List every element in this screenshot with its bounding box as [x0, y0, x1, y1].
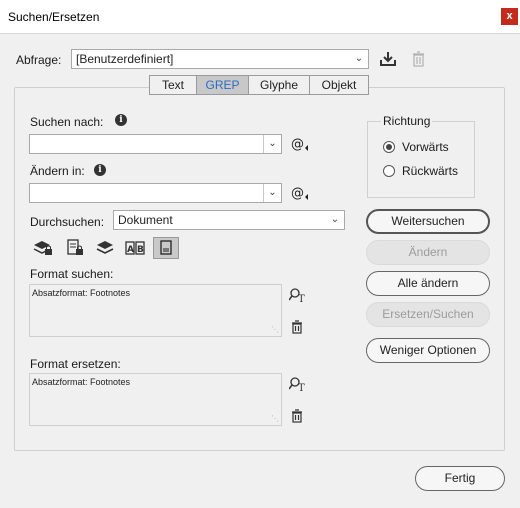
replace-input[interactable]: ⌄	[29, 183, 282, 203]
change-all-button[interactable]: Alle ändern	[366, 271, 490, 296]
chevron-down-icon[interactable]: ⌄	[263, 184, 281, 202]
svg-text:B: B	[137, 245, 144, 255]
tab-text[interactable]: Text	[150, 76, 197, 94]
replace-label: Ändern in:	[30, 164, 85, 178]
fewer-options-button[interactable]: Weniger Optionen	[366, 338, 490, 363]
format-search-label: Format suchen:	[30, 267, 114, 281]
format-search-box[interactable]: Absatzformat: Footnotes ⋱	[29, 284, 282, 337]
change-button[interactable]: Ändern	[366, 240, 490, 265]
chevron-down-icon[interactable]: ⌄	[263, 135, 281, 153]
special-chars-icon[interactable]: @	[290, 136, 310, 152]
format-replace-label: Format ersetzen:	[30, 357, 121, 371]
format-search-settings-icon[interactable]: T	[289, 287, 306, 303]
info-icon[interactable]: i	[94, 164, 106, 176]
format-replace-settings-icon[interactable]: T	[289, 376, 306, 392]
direction-label: Richtung	[381, 114, 433, 128]
master-pages-icon[interactable]: A B	[125, 239, 145, 257]
radio-forward-label[interactable]: Vorwärts	[402, 140, 449, 154]
direction-group	[367, 121, 475, 198]
search-input[interactable]: ⌄	[29, 134, 282, 154]
resize-grip-icon: ⋱	[271, 414, 279, 423]
radio-backward[interactable]	[383, 165, 395, 177]
tab-bar: Text GREP Glyphe Objekt	[149, 75, 369, 95]
locked-layers-icon[interactable]	[33, 239, 53, 257]
scope-label: Durchsuchen:	[30, 215, 105, 229]
scope-value: Dokument	[118, 213, 173, 227]
trash-icon[interactable]	[291, 320, 303, 334]
footnotes-icon	[160, 240, 172, 255]
resize-grip-icon: ⋱	[271, 325, 279, 334]
svg-text:@: @	[291, 137, 304, 152]
info-icon[interactable]: i	[115, 114, 127, 126]
footnotes-toggle[interactable]	[153, 237, 179, 259]
title-bar: Suchen/Ersetzen x	[0, 0, 520, 34]
search-label: Suchen nach:	[30, 115, 104, 129]
svg-text:@: @	[291, 186, 304, 201]
change-find-button[interactable]: Ersetzen/Suchen	[366, 302, 490, 327]
locked-stories-icon[interactable]	[66, 239, 84, 257]
dialog-body: Abfrage: [Benutzerdefiniert] ⌄ Text GREP…	[0, 35, 520, 508]
tab-grep[interactable]: GREP	[197, 76, 249, 94]
query-label: Abfrage:	[16, 53, 62, 67]
hidden-layers-icon[interactable]	[96, 239, 114, 257]
save-query-icon[interactable]	[379, 51, 397, 67]
delete-query-icon[interactable]	[412, 51, 425, 67]
tab-object[interactable]: Objekt	[310, 76, 368, 94]
query-value: [Benutzerdefiniert]	[76, 52, 174, 66]
chevron-down-icon: ⌄	[330, 214, 340, 225]
format-search-value: Absatzformat: Footnotes	[32, 288, 131, 298]
find-next-button[interactable]: Weitersuchen	[366, 209, 490, 234]
svg-text:T: T	[298, 294, 305, 303]
radio-backward-label[interactable]: Rückwärts	[402, 164, 458, 178]
trash-icon[interactable]	[291, 409, 303, 423]
chevron-down-icon: ⌄	[354, 53, 364, 64]
close-button[interactable]: x	[501, 8, 518, 25]
svg-text:A: A	[127, 245, 134, 255]
tab-glyph[interactable]: Glyphe	[249, 76, 310, 94]
query-dropdown[interactable]: [Benutzerdefiniert] ⌄	[71, 49, 369, 69]
done-button[interactable]: Fertig	[415, 466, 505, 491]
special-chars-icon[interactable]: @	[290, 185, 310, 201]
format-replace-box[interactable]: Absatzformat: Footnotes ⋱	[29, 373, 282, 426]
format-replace-value: Absatzformat: Footnotes	[32, 377, 131, 387]
radio-forward[interactable]	[383, 141, 395, 153]
svg-text:T: T	[298, 383, 305, 392]
window-title: Suchen/Ersetzen	[8, 10, 100, 24]
scope-dropdown[interactable]: Dokument ⌄	[113, 210, 345, 230]
